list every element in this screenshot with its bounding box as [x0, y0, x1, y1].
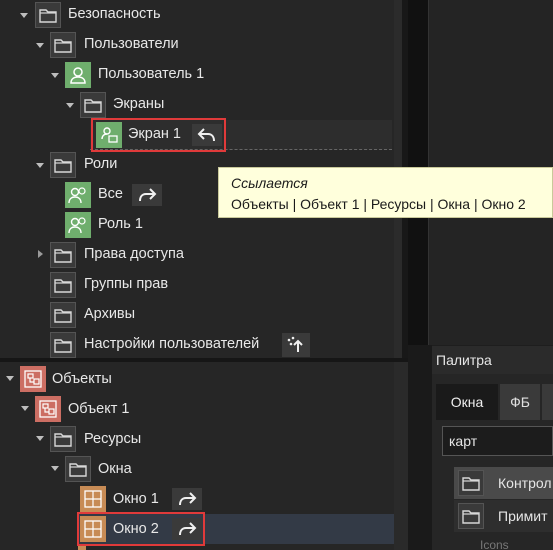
expand-arrow-icon[interactable] [36, 43, 44, 48]
folder-icon [65, 456, 91, 482]
tree-item-window-1[interactable]: Окно 1 [113, 491, 159, 507]
tree-item-object-1[interactable]: Объект 1 [68, 401, 129, 417]
tooltip-path: Объекты | Объект 1 | Ресурсы | Окна | Ок… [231, 196, 526, 212]
partial-window-icon [78, 546, 86, 550]
palette-item[interactable]: Примит [454, 500, 553, 532]
folder-icon [50, 272, 76, 298]
objects-icon [20, 366, 46, 392]
palette-item[interactable]: Контрол [454, 467, 553, 499]
tree-item-role-1[interactable]: Роль 1 [98, 216, 143, 232]
reference-forward-button[interactable] [172, 488, 202, 510]
palette-header: Палитра [432, 346, 553, 374]
expand-arrow-icon[interactable] [21, 406, 29, 411]
palette-item-label: Контрол [498, 475, 552, 491]
tooltip-title: Ссылается [231, 175, 308, 191]
folder-icon [458, 470, 484, 496]
tab-overflow[interactable] [542, 384, 553, 420]
reference-forward-button[interactable] [132, 184, 162, 206]
folder-icon [50, 426, 76, 452]
collapsed-arrow-icon[interactable] [38, 250, 43, 258]
folder-icon [458, 503, 484, 529]
expand-arrow-icon[interactable] [36, 436, 44, 441]
expand-arrow-icon[interactable] [20, 13, 28, 18]
folder-icon [50, 242, 76, 268]
tree-item-rights-groups[interactable]: Группы прав [84, 276, 168, 292]
folder-icon [50, 302, 76, 328]
folder-icon [35, 2, 61, 28]
folder-icon [50, 152, 76, 178]
tree-item-security[interactable]: Безопасность [68, 6, 161, 22]
tree-item-access-rights[interactable]: Права доступа [84, 246, 184, 262]
palette-footer-label: Icons [480, 538, 509, 550]
highlight-box [77, 512, 205, 546]
palette-title: Палитра [436, 352, 492, 368]
user-icon [65, 62, 91, 88]
tree-item-screens[interactable]: Экраны [113, 96, 164, 112]
tab-fb[interactable]: ФБ [500, 384, 540, 420]
tree-item-users[interactable]: Пользователи [84, 36, 179, 52]
window-icon [80, 486, 106, 512]
tree-item-resources[interactable]: Ресурсы [84, 431, 141, 447]
tree-item-user-1[interactable]: Пользователь 1 [98, 66, 204, 82]
expand-arrow-icon[interactable] [6, 376, 14, 381]
folder-icon [50, 332, 76, 358]
folder-icon [50, 32, 76, 58]
reference-tooltip: Ссылается Объекты | Объект 1 | Ресурсы |… [218, 167, 553, 218]
palette-search-input[interactable]: карт [442, 426, 553, 456]
folder-icon [80, 92, 106, 118]
group-icon [65, 212, 91, 238]
palette-item-label: Примит [498, 508, 548, 524]
objects-tree-pane: Объекты Объект 1 Ресурсы Окна Окно 1 Окн… [0, 362, 394, 550]
expand-arrow-icon[interactable] [51, 73, 59, 78]
tree-item-user-settings[interactable]: Настройки пользователей [84, 336, 259, 352]
highlight-box [91, 118, 226, 152]
tree-item-windows[interactable]: Окна [98, 461, 132, 477]
expand-arrow-icon[interactable] [66, 103, 74, 108]
expand-arrow-icon[interactable] [36, 163, 44, 168]
object-icon [35, 396, 61, 422]
tree-item-objects[interactable]: Объекты [52, 371, 112, 387]
scrollbar-track[interactable] [394, 362, 408, 550]
vertical-splitter[interactable] [408, 345, 432, 550]
palette-panel: Окна ФБ карт Контрол Примит Icons [432, 374, 553, 550]
tree-item-all[interactable]: Все [98, 186, 123, 202]
group-icon [65, 182, 91, 208]
reference-multi-button[interactable] [282, 333, 310, 357]
tree-item-archives[interactable]: Архивы [84, 306, 135, 322]
tree-item-roles[interactable]: Роли [84, 156, 117, 172]
tab-windows[interactable]: Окна [436, 384, 498, 420]
expand-arrow-icon[interactable] [51, 466, 59, 471]
